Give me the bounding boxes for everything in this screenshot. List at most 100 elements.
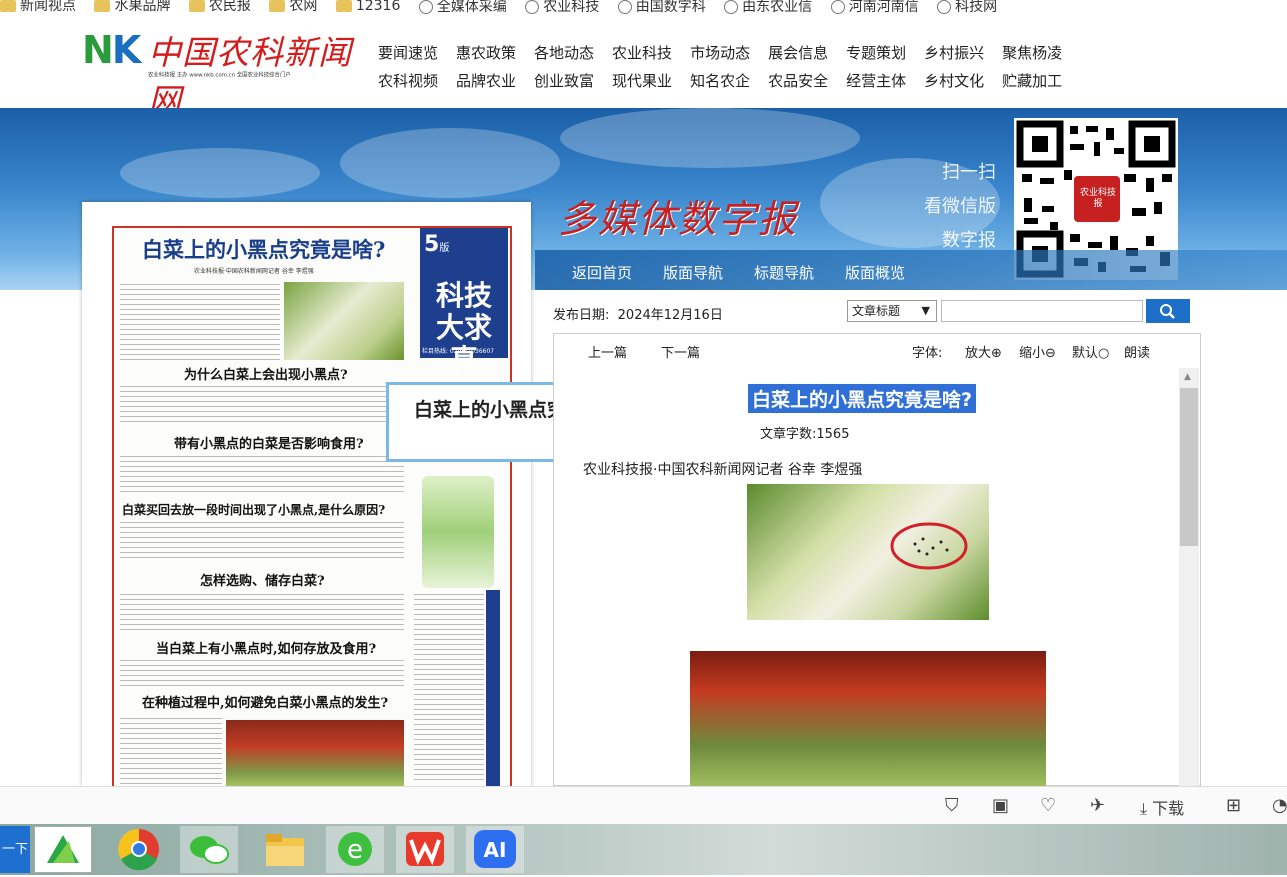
bookmark-item[interactable]: 农业科技 (525, 0, 599, 14)
nav-link[interactable]: 农业科技 (612, 42, 672, 63)
default-size-button[interactable]: 默认○ (1072, 342, 1109, 361)
search-input[interactable] (941, 300, 1143, 322)
rocket-icon[interactable]: ✈ (1090, 795, 1105, 816)
scroll-up-icon[interactable]: ▲ (1184, 372, 1191, 382)
bookmark-item[interactable]: 新闻视点 (0, 0, 76, 13)
nav-layout-link[interactable]: 版面导航 (663, 262, 723, 283)
zoom-out-button[interactable]: 缩小⊖ (1019, 342, 1056, 361)
nav-link[interactable]: 各地动态 (534, 42, 594, 63)
folder-icon (188, 0, 205, 12)
search-field-select[interactable]: 文章标题 ▼ (847, 300, 937, 322)
search-button[interactable] (1146, 299, 1190, 323)
article-toolbar: 上一篇 下一篇 字体: 放大⊕ 缩小⊖ 默认○ 朗读 (554, 334, 1200, 364)
chevron-down-icon: ▼ (921, 304, 930, 317)
file-explorer-icon (266, 834, 304, 866)
highlight-ellipse-icon (890, 522, 968, 570)
next-article-link[interactable]: 下一篇 (661, 342, 700, 361)
taskbar-app[interactable] (110, 826, 168, 873)
banner-title: 多媒体数字报 (558, 197, 799, 241)
bookmark-item[interactable]: 全媒体采编 (418, 0, 507, 14)
taskbar-app[interactable] (256, 826, 314, 873)
bookmark-item[interactable]: 12316 (335, 0, 400, 13)
nav-overview-link[interactable]: 版面概览 (845, 262, 905, 283)
nav-titles-link[interactable]: 标题导航 (754, 262, 814, 283)
taskbar-app[interactable] (34, 826, 92, 873)
nav-link[interactable]: 要闻速览 (378, 42, 438, 63)
bookmark-item[interactable]: 农民报 (188, 0, 251, 13)
publish-date-label: 发布日期: (553, 308, 610, 323)
newspaper-text-block (120, 594, 404, 630)
download-label: 下载 (1152, 799, 1185, 818)
newspaper-text-block (414, 594, 484, 784)
more-icon[interactable]: ◔ (1272, 795, 1287, 816)
ai-app-icon: AI (474, 830, 516, 868)
default-size-label: 默认 (1072, 346, 1099, 361)
nav-link[interactable]: 现代果业 (612, 70, 672, 91)
site-logo[interactable]: NK 中国农科新闻网 农业科技报 主办 www.nkb.com.cn 全国农业科… (82, 26, 362, 120)
nav-link[interactable]: 创业致富 (534, 70, 594, 91)
nk-logo-mark: NK (82, 28, 141, 72)
zoom-in-button[interactable]: 放大⊕ (965, 342, 1002, 361)
nav-link[interactable]: 乡村振兴 (924, 42, 984, 63)
article-market-photo (690, 651, 1046, 786)
shield-icon[interactable]: ⛉ (945, 795, 959, 816)
nav-link[interactable]: 市场动态 (690, 42, 750, 63)
article-cabbage-photo (747, 484, 989, 620)
nav-link[interactable]: 专题策划 (846, 42, 906, 63)
nav-link[interactable]: 聚焦杨凌 (1002, 42, 1062, 63)
download-icon: ⤓ (1140, 799, 1148, 818)
bookmark-item[interactable]: 水果品牌 (94, 0, 170, 13)
apps-icon[interactable]: ⊞ (1226, 795, 1241, 816)
nav-link[interactable]: 展会信息 (768, 42, 828, 63)
taskbar-app[interactable]: AI (466, 826, 524, 873)
scrollbar-thumb[interactable] (1180, 388, 1198, 546)
taskbar-app[interactable] (396, 826, 454, 873)
download-button[interactable]: ⤓ 下载 (1140, 795, 1184, 819)
svg-text:AI: AI (484, 838, 507, 862)
bookmark-item[interactable]: 农网 (269, 0, 317, 13)
newspaper-subhead: 在种植过程中,如何避免白菜小黑点的发生? (142, 696, 389, 711)
nav-link[interactable]: 乡村文化 (924, 70, 984, 91)
newspaper-subhead: 带有小黑点的白菜是否影响食用? (174, 437, 364, 452)
globe-icon (724, 0, 739, 14)
newspaper-text-block (120, 284, 280, 360)
nav-link[interactable]: 农品安全 (768, 70, 828, 91)
nav-link[interactable]: 知名农企 (690, 70, 750, 91)
image-icon[interactable]: ▣ (992, 795, 1009, 816)
bookmark-item[interactable]: 由国数字科 (617, 0, 706, 14)
nav-link[interactable]: 经营主体 (846, 70, 906, 91)
leaf-app-icon (47, 835, 79, 863)
bookmark-item[interactable]: 科技网 (937, 0, 997, 14)
taskbar-app[interactable]: e (326, 826, 384, 873)
newspaper-cabbage-illustration (422, 476, 494, 588)
folder-icon (0, 0, 16, 12)
circle-icon: ○ (1098, 346, 1110, 361)
nav-link[interactable]: 农科视频 (378, 70, 438, 91)
taskbar-search-button[interactable]: 一下 (0, 826, 30, 873)
wechat-icon (190, 836, 229, 864)
nav-link[interactable]: 贮藏加工 (1002, 70, 1062, 91)
search-field-select-value: 文章标题 (852, 304, 901, 318)
prev-article-link[interactable]: 上一篇 (588, 342, 627, 361)
nav-link[interactable]: 品牌农业 (456, 70, 516, 91)
taskbar-app[interactable] (180, 826, 238, 873)
browser-status-bar: ⛉ ▣ ♡ ✈ ⤓ 下载 ⊞ ◔ (0, 786, 1287, 825)
heart-pulse-icon[interactable]: ♡ (1040, 795, 1056, 816)
newspaper-text-block (120, 660, 404, 690)
world-map-shape (340, 128, 560, 198)
world-map-shape (120, 148, 320, 198)
nav-home-link[interactable]: 返回首页 (572, 262, 632, 283)
scan-hint: 扫一扫 看微信版 数字报 (916, 156, 996, 258)
bookmark-item[interactable]: 河南河南信 (830, 0, 919, 14)
scan-hint-line: 扫一扫 (942, 162, 996, 183)
newspaper-text-block (120, 522, 404, 562)
bookmark-item[interactable]: 由东农业信 (724, 0, 812, 14)
nav-link[interactable]: 惠农政策 (456, 42, 516, 63)
newspaper-subhead: 白菜买回去放一段时间出现了小黑点,是什么原因? (122, 503, 386, 517)
svg-text:e: e (347, 835, 363, 865)
edition-phone: 栏目热线: 029-87036607 (422, 348, 495, 355)
newspaper-subhead: 当白菜上有小黑点时,如何存放及食用? (156, 642, 377, 657)
read-aloud-button[interactable]: 朗读 (1124, 342, 1150, 361)
page-icon (418, 0, 433, 14)
plus-circle-icon: ⊕ (991, 346, 1002, 361)
